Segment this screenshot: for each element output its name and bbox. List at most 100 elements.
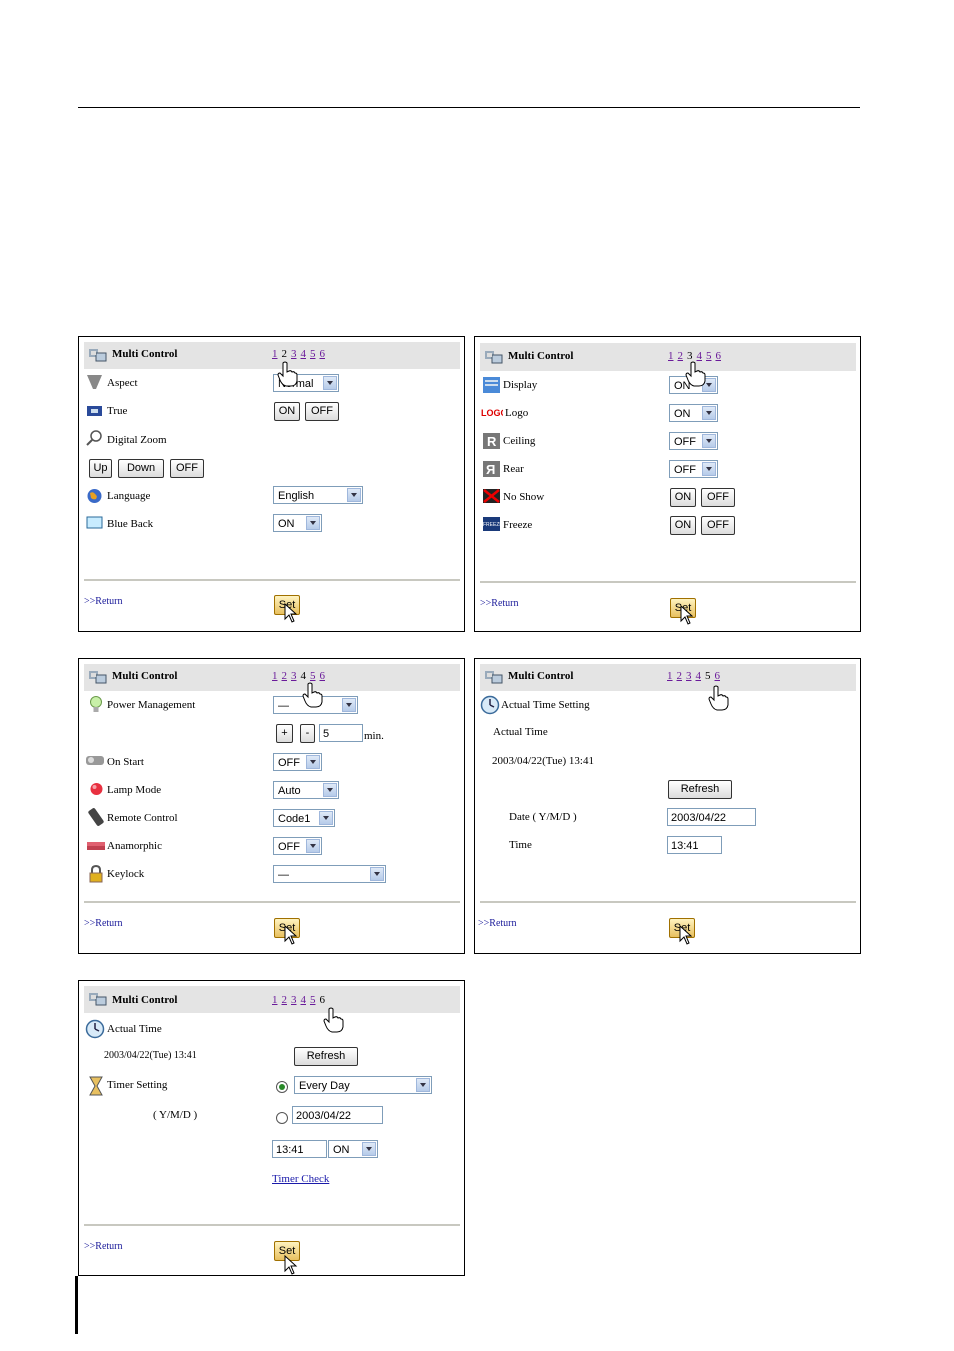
every-day-radio[interactable] — [276, 1081, 288, 1093]
freeze-off-button[interactable]: OFF — [701, 516, 735, 535]
zoom-down-button[interactable]: Down — [118, 459, 164, 478]
chevron-down-icon — [306, 755, 320, 769]
freeze-label: Freeze — [503, 519, 533, 531]
page-link-5[interactable]: 5 — [310, 994, 316, 1006]
page-link-1[interactable]: 1 — [272, 994, 278, 1006]
multi-control-icon — [89, 349, 107, 362]
lamp-icon — [90, 783, 103, 795]
logo-icon: LOGO — [481, 408, 503, 418]
minutes-unit-label: min. — [364, 730, 384, 742]
actual-time-setting-label: Actual Time Setting — [501, 699, 590, 711]
page-link-4[interactable]: 4 — [696, 670, 702, 682]
arrow-cursor-icon — [284, 925, 298, 945]
true-off-button[interactable]: OFF — [305, 402, 339, 421]
refresh-button[interactable]: Refresh — [668, 780, 732, 799]
page-link-1[interactable]: 1 — [667, 670, 673, 682]
footer-divider — [480, 581, 856, 583]
svg-text:R: R — [487, 434, 497, 449]
freeze-icon: FREEZE — [483, 517, 501, 531]
actual-time-label: Actual Time — [107, 1023, 162, 1035]
return-link[interactable]: >>Return — [480, 598, 519, 609]
ceiling-select[interactable]: OFF — [669, 432, 718, 450]
no-show-on-button[interactable]: ON — [670, 488, 696, 507]
date-radio[interactable] — [276, 1112, 288, 1124]
minutes-input[interactable]: 5 — [319, 724, 363, 742]
page-link-2[interactable]: 2 — [677, 670, 683, 682]
hand-cursor-icon — [323, 1007, 344, 1033]
timer-date-input[interactable]: 2003/04/22 — [292, 1106, 383, 1124]
actual-time-value: 2003/04/22(Tue) 13:41 — [104, 1050, 197, 1061]
chevron-down-icon — [416, 1078, 430, 1092]
chevron-down-icon — [319, 811, 333, 825]
blue-back-select[interactable]: ON — [273, 514, 322, 532]
page-link-3[interactable]: 3 — [291, 994, 297, 1006]
page-link-6[interactable]: 6 — [716, 350, 722, 362]
page-link-4[interactable]: 4 — [301, 348, 307, 360]
panel-title: Multi Control — [112, 994, 178, 1006]
return-link[interactable]: >>Return — [84, 596, 123, 607]
panel-title: Multi Control — [112, 348, 178, 360]
keylock-label: Keylock — [107, 868, 145, 880]
rear-select[interactable]: OFF — [669, 460, 718, 478]
time-input[interactable]: 13:41 — [667, 836, 722, 854]
timer-time-input[interactable]: 13:41 — [272, 1140, 327, 1158]
page-current-6: 6 — [319, 994, 326, 1006]
multi-control-icon — [485, 351, 503, 364]
page-link-2[interactable]: 2 — [678, 350, 684, 362]
chevron-down-icon — [702, 406, 716, 420]
remote-control-icon — [88, 808, 104, 826]
minutes-minus-button[interactable]: - — [300, 724, 315, 743]
chevron-down-icon — [323, 783, 337, 797]
anamorphic-select[interactable]: OFF — [273, 837, 322, 855]
remote-control-select[interactable]: Code1 — [273, 809, 335, 827]
page-link-5[interactable]: 5 — [310, 670, 316, 682]
page-link-3[interactable]: 3 — [291, 670, 297, 682]
no-show-off-button[interactable]: OFF — [701, 488, 735, 507]
page-link-3[interactable]: 3 — [686, 670, 692, 682]
page-link-6[interactable]: 6 — [320, 670, 326, 682]
footer-divider — [84, 579, 460, 581]
logo-select[interactable]: ON — [669, 404, 718, 422]
page-link-2[interactable]: 2 — [282, 994, 288, 1006]
anamorphic-icon — [87, 842, 105, 850]
page-link-2[interactable]: 2 — [282, 670, 288, 682]
page-link-1[interactable]: 1 — [272, 348, 278, 360]
footer-divider — [84, 1224, 460, 1226]
minutes-plus-button[interactable]: + — [276, 724, 293, 743]
page-current-2: 2 — [281, 348, 288, 360]
hourglass-icon — [89, 1076, 103, 1096]
freeze-on-button[interactable]: ON — [670, 516, 696, 535]
zoom-off-button[interactable]: OFF — [170, 459, 204, 478]
page-link-5[interactable]: 5 — [310, 348, 316, 360]
zoom-up-button[interactable]: Up — [89, 459, 112, 478]
page-link-6[interactable]: 6 — [320, 348, 326, 360]
page-link-6[interactable]: 6 — [715, 670, 721, 682]
power-management-label: Power Management — [107, 699, 196, 711]
refresh-button[interactable]: Refresh — [294, 1047, 358, 1066]
timer-check-link[interactable]: Timer Check — [272, 1173, 329, 1185]
panel-page-2: Multi Control 123456 Aspect Normal True … — [78, 336, 465, 632]
date-input[interactable]: 2003/04/22 — [667, 808, 756, 826]
every-day-select[interactable]: Every Day — [294, 1076, 432, 1094]
globe-icon — [87, 489, 102, 503]
display-label: Display — [503, 379, 538, 391]
return-link[interactable]: >>Return — [84, 918, 123, 929]
lightbulb-icon — [90, 696, 102, 712]
clock-icon — [480, 695, 500, 715]
page-link-3[interactable]: 3 — [291, 348, 297, 360]
return-link[interactable]: >>Return — [478, 918, 517, 929]
page-link-4[interactable]: 4 — [301, 994, 307, 1006]
page-link-1[interactable]: 1 — [668, 350, 674, 362]
true-on-button[interactable]: ON — [274, 402, 300, 421]
page-edge-bar — [75, 1276, 78, 1334]
chevron-down-icon — [323, 376, 337, 390]
language-select[interactable]: English — [273, 486, 363, 504]
svg-text:FREEZE: FREEZE — [483, 522, 501, 528]
on-start-select[interactable]: OFF — [273, 753, 322, 771]
keylock-select[interactable]: — — [273, 865, 386, 883]
lamp-mode-select[interactable]: Auto — [273, 781, 339, 799]
return-link[interactable]: >>Return — [84, 1241, 123, 1252]
page-link-1[interactable]: 1 — [272, 670, 278, 682]
timer-on-select[interactable]: ON — [328, 1140, 378, 1158]
panel-title: Multi Control — [508, 350, 574, 362]
